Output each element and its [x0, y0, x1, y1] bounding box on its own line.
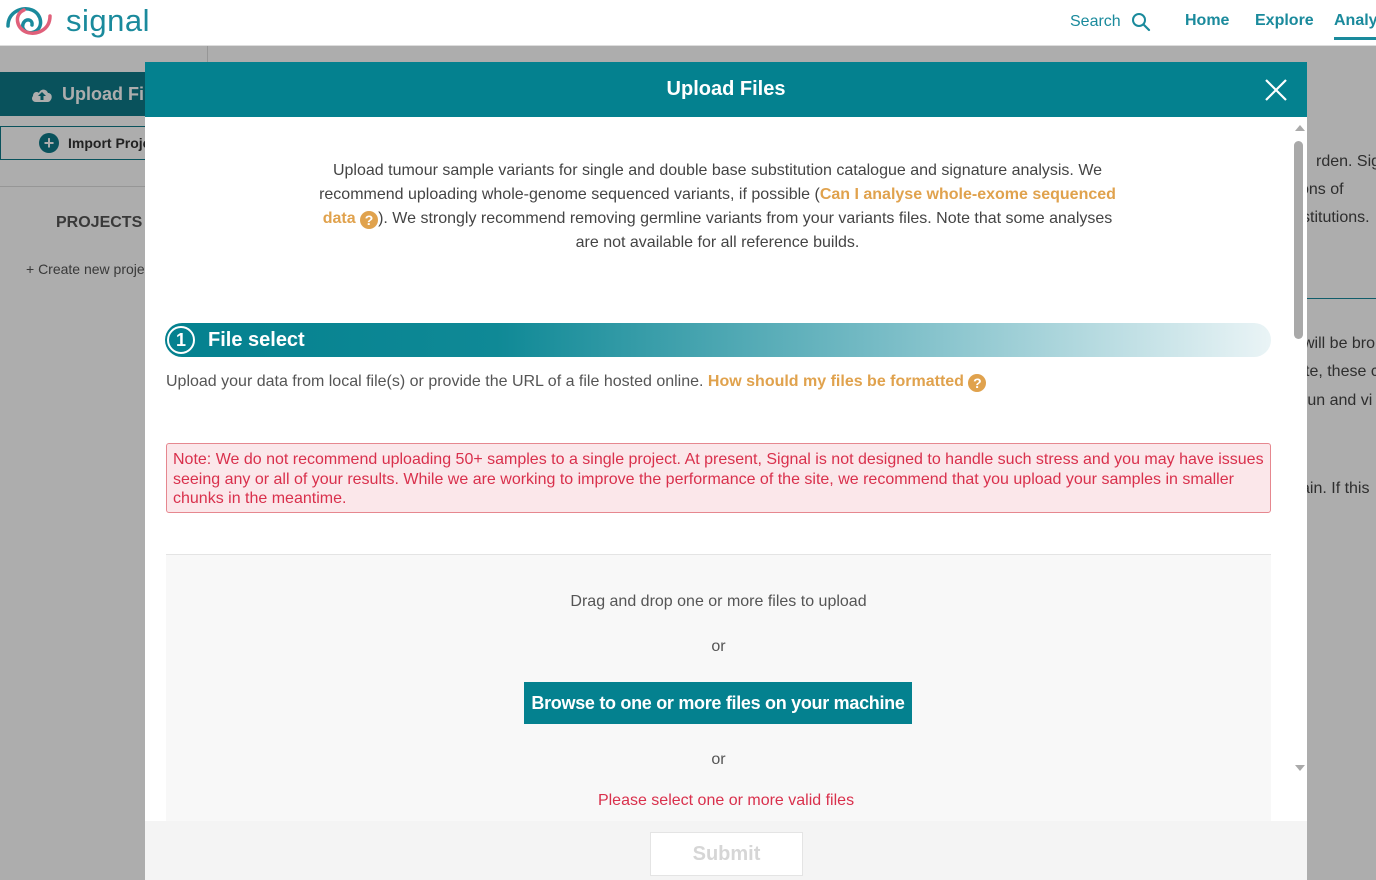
warning-note: Note: We do not recommend uploading 50+ …	[166, 443, 1271, 513]
step-header-file-select: 1 File select	[165, 323, 1271, 357]
nav-explore[interactable]: Explore	[1255, 12, 1314, 30]
file-select-description: Upload your data from local file(s) or p…	[166, 373, 987, 392]
file-desc-text: Upload your data from local file(s) or p…	[166, 373, 704, 390]
modal-body[interactable]: Upload tumour sample variants for single…	[145, 117, 1307, 821]
modal-footer: Submit	[145, 821, 1307, 880]
or-separator: or	[711, 638, 726, 655]
format-help-link-label: How should my files be formatted	[707, 373, 964, 390]
nav-home[interactable]: Home	[1185, 12, 1229, 30]
signal-logo-icon	[6, 7, 52, 35]
app-header: signal Search Home Explore Analysis	[0, 0, 1376, 46]
scroll-up-icon[interactable]	[1295, 125, 1305, 131]
format-help-link[interactable]: How should my files be formatted ?	[707, 373, 987, 392]
upload-files-modal: Upload Files Upload tumour sample varian…	[145, 62, 1307, 880]
submit-button[interactable]: Submit	[650, 832, 803, 876]
intro-text: Upload tumour sample variants for single…	[315, 159, 1120, 255]
help-icon: ?	[360, 211, 379, 229]
modal-scrollbar[interactable]	[1291, 117, 1307, 821]
help-icon: ?	[968, 374, 987, 392]
or-separator: or	[711, 751, 726, 768]
dropzone-text: Drag and drop one or more files to uploa…	[570, 593, 867, 610]
browse-files-button[interactable]: Browse to one or more files on your mach…	[524, 682, 912, 724]
logo[interactable]: signal	[0, 0, 150, 42]
modal-title: Upload Files	[666, 78, 786, 100]
intro-text-part: ). We strongly recommend removing germli…	[378, 210, 1113, 251]
validation-error: Please select one or more valid files	[597, 792, 855, 809]
close-icon[interactable]	[1263, 77, 1289, 103]
logo-text: signal	[66, 3, 150, 38]
search-button[interactable]: Search	[1070, 12, 1151, 32]
scrollbar-thumb[interactable]	[1294, 141, 1303, 339]
step-title: File select	[208, 329, 305, 351]
search-icon	[1131, 13, 1150, 32]
step-number: 1	[167, 326, 195, 354]
search-label: Search	[1070, 13, 1121, 30]
file-dropzone[interactable]: Drag and drop one or more files to uploa…	[166, 554, 1271, 821]
scroll-down-icon[interactable]	[1295, 765, 1305, 771]
modal-header: Upload Files	[145, 62, 1307, 117]
nav-analysis[interactable]: Analysis	[1334, 12, 1376, 40]
